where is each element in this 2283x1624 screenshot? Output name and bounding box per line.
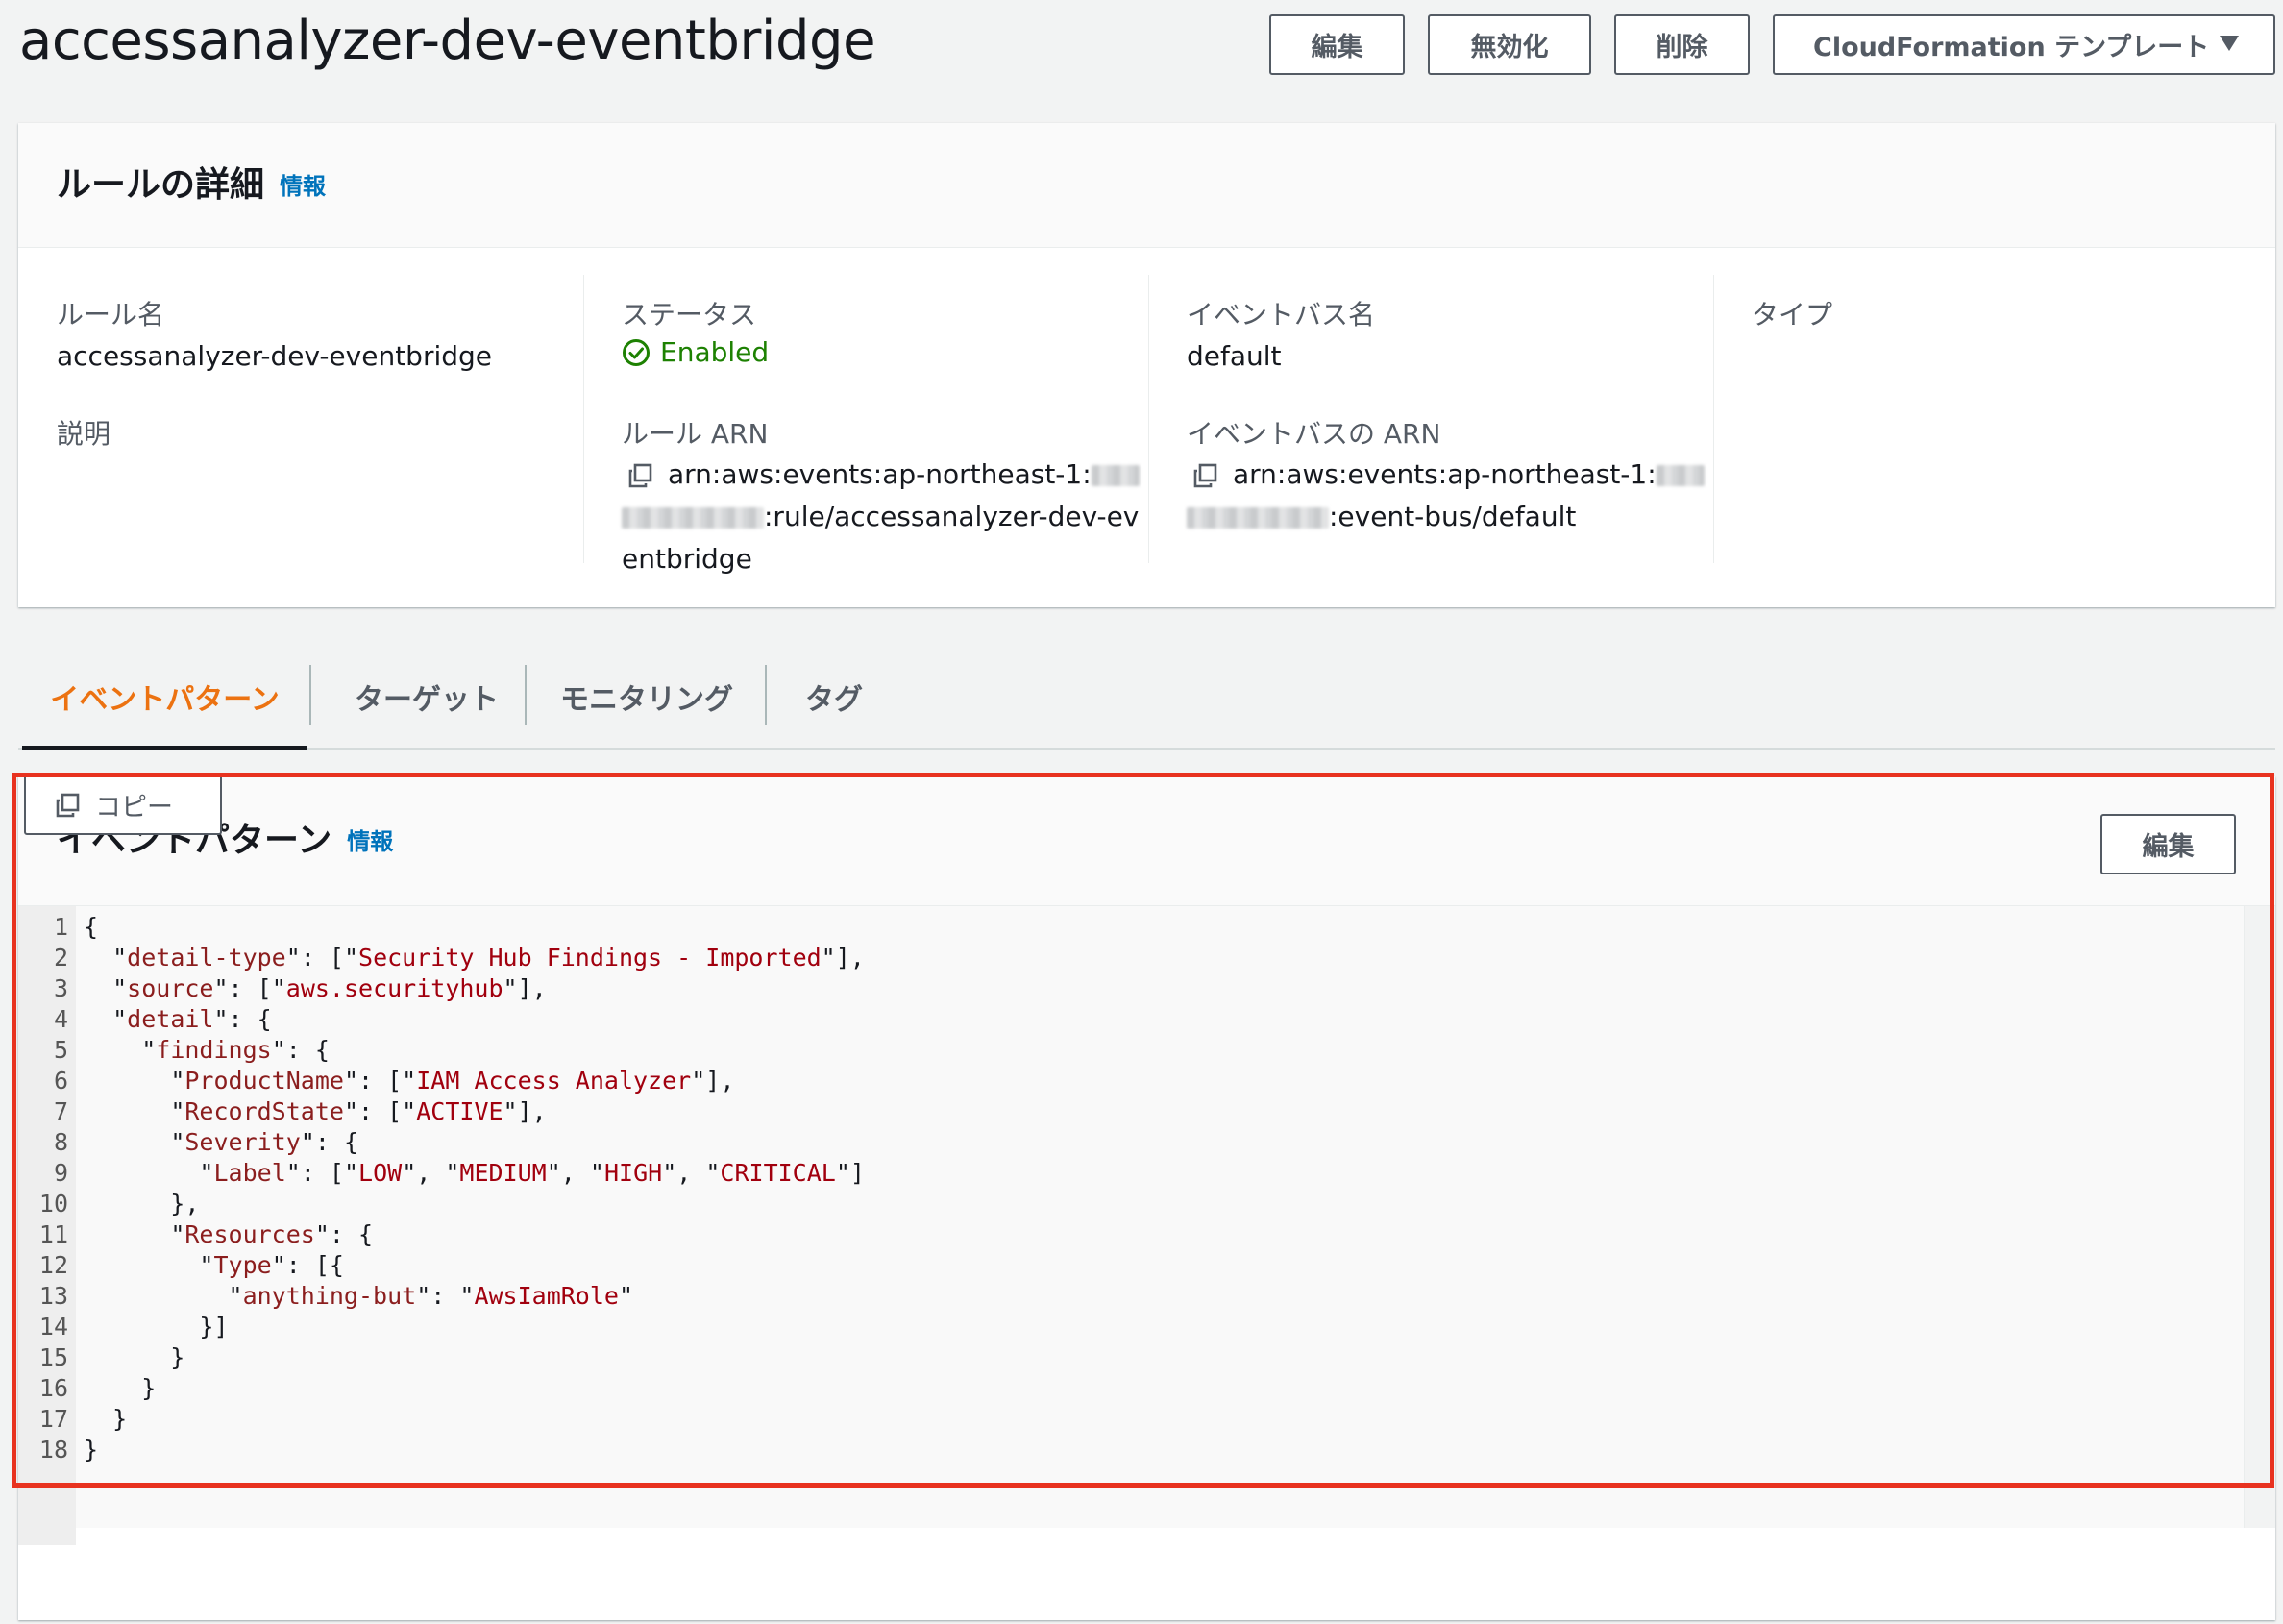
redacted-account-id (1091, 465, 1140, 486)
redacted-account-id (1187, 507, 1329, 529)
rule-details-title-text: ルールの詳細 (57, 165, 265, 205)
copy-icon (56, 793, 80, 817)
event-bus-name-value: default (1187, 340, 1282, 372)
caret-down-icon (2220, 36, 2239, 51)
rule-arn-label: ルール ARN (622, 418, 769, 450)
disable-button[interactable]: 無効化 (1428, 14, 1591, 75)
code-text: }] (84, 1313, 229, 1341)
code-text: "source": ["aws.securityhub"], (112, 974, 547, 1002)
status-label: ステータス (622, 299, 757, 331)
event-pattern-info-link[interactable]: 情報 (347, 828, 393, 855)
copy-button[interactable]: コピー (24, 775, 222, 835)
rule-arn-line-3: entbridge (622, 543, 752, 575)
status-text: Enabled (660, 336, 770, 368)
event-pattern-card: イベントパターン 情報 1 {2 "detail-type": ["Security… (18, 776, 2275, 1620)
code-text: } (84, 1343, 185, 1371)
rule-details-title: ルールの詳細 情報 (57, 160, 326, 212)
line-number: 13 (38, 1282, 68, 1310)
code-text: "Resources": { (170, 1220, 374, 1248)
code-footer (18, 1528, 2275, 1620)
line-number: 18 (38, 1436, 68, 1464)
code-text: } (84, 1374, 157, 1402)
redacted-account-id (622, 507, 764, 529)
event-bus-arn-prefix: arn:aws:events:ap-northeast-1: (1233, 458, 1657, 490)
redacted-account-id (1656, 465, 1705, 486)
tab-tags[interactable]: タグ (767, 646, 901, 748)
line-number: 4 (53, 1005, 68, 1033)
line-number: 6 (53, 1067, 68, 1095)
line-number: 11 (38, 1220, 68, 1248)
edit-button[interactable]: 編集 (1269, 14, 1405, 75)
code-text: "findings": { (141, 1036, 330, 1064)
cloudformation-template-dropdown[interactable]: CloudFormation テンプレート (1773, 14, 2275, 75)
line-number: 16 (38, 1374, 68, 1402)
rule-details-card: ルールの詳細 情報 ルール名 accessanalyzer-dev-eventbr… (18, 123, 2275, 607)
details-column-rule-name: ルール名 accessanalyzer-dev-eventbridge 説明 (18, 275, 583, 563)
event-bus-name-label: イベントバス名 (1187, 299, 1376, 331)
code-scrollbar[interactable] (2244, 906, 2275, 1528)
code-text: } (84, 1405, 128, 1433)
event-pattern-code-editor: 1 {2 "detail-type": ["Security Hub Findin… (18, 906, 2244, 1528)
page-title: accessanalyzer-dev-eventbridge (19, 10, 876, 72)
code-text: "anything-but": "AwsIamRole" (228, 1282, 634, 1310)
code-text: } (84, 1436, 99, 1464)
description-label: 説明 (57, 418, 111, 450)
line-number: 9 (53, 1159, 68, 1187)
code-text: "Label": ["LOW", "MEDIUM", "HIGH", "CRIT… (199, 1159, 865, 1187)
details-column-event-bus: イベントバス名 default イベントバスの ARN arn:aws:even… (1148, 275, 1713, 563)
line-number: 17 (38, 1405, 68, 1433)
event-pattern-header: イベントパターン 情報 (18, 776, 2275, 906)
status-value: Enabled (622, 336, 769, 368)
rule-arn-prefix: arn:aws:events:ap-northeast-1: (668, 458, 1092, 490)
details-column-status: ステータス Enabled ルール ARN arn:aws:events:ap-… (583, 275, 1148, 575)
rule-name-value: accessanalyzer-dev-eventbridge (57, 340, 493, 372)
tab-event-pattern[interactable]: イベントパターン (22, 646, 307, 750)
line-number: 2 (53, 944, 68, 972)
line-number: 3 (53, 974, 68, 1002)
delete-button[interactable]: 削除 (1614, 14, 1750, 75)
line-number: 15 (38, 1343, 68, 1371)
copy-button-label: コピー (95, 793, 173, 823)
event-bus-arn-line-2: :event-bus/default (1187, 496, 1576, 538)
code-text: "detail-type": ["Security Hub Findings -… (112, 944, 865, 972)
rule-arn-line-2: :rule/accessanalyzer-dev-ev (622, 496, 1139, 538)
tab-bar: イベントパターン ターゲット モニタリング タグ (18, 646, 2275, 750)
line-number: 12 (38, 1251, 68, 1279)
page-header: accessanalyzer-dev-eventbridge 編集 無効化 削除… (0, 0, 2283, 83)
event-bus-arn-line-1: arn:aws:events:ap-northeast-1: (1187, 454, 1705, 496)
rule-arn-suffix: :rule/accessanalyzer-dev-ev (764, 501, 1140, 532)
edit-event-pattern-button[interactable]: 編集 (2100, 814, 2236, 874)
rule-details-info-link[interactable]: 情報 (280, 173, 326, 200)
line-number: 8 (53, 1128, 68, 1156)
cloudformation-template-label: CloudFormation テンプレート (1813, 33, 2210, 62)
line-number: 14 (38, 1313, 68, 1341)
code-text: }, (84, 1190, 200, 1218)
rule-details-header: ルールの詳細 情報 (18, 123, 2275, 248)
check-circle-icon (623, 338, 650, 366)
type-label: タイプ (1752, 299, 1833, 331)
code-text: "Severity": { (170, 1128, 359, 1156)
line-number: 5 (53, 1036, 68, 1064)
code-text: { (84, 913, 99, 941)
line-number: 10 (38, 1190, 68, 1218)
code-text: "detail": { (112, 1005, 272, 1033)
copy-icon[interactable] (627, 462, 654, 489)
code-text: "ProductName": ["IAM Access Analyzer"], (170, 1067, 735, 1095)
line-number: 1 (53, 913, 68, 941)
rule-name-label: ルール名 (57, 299, 165, 331)
tab-targets[interactable]: ターゲット (311, 646, 542, 748)
code-text: "Type": [{ (199, 1251, 344, 1279)
rule-arn-line-1: arn:aws:events:ap-northeast-1: (622, 454, 1140, 496)
event-bus-arn-label: イベントバスの ARN (1187, 418, 1441, 450)
event-bus-arn-suffix: :event-bus/default (1329, 501, 1577, 532)
line-number: 7 (53, 1097, 68, 1125)
code-text: "RecordState": ["ACTIVE"], (170, 1097, 547, 1125)
copy-icon[interactable] (1192, 462, 1219, 489)
line-number-gutter (18, 1528, 76, 1545)
details-column-type: タイプ (1713, 275, 2275, 563)
tab-monitoring[interactable]: モニタリング (527, 646, 767, 748)
